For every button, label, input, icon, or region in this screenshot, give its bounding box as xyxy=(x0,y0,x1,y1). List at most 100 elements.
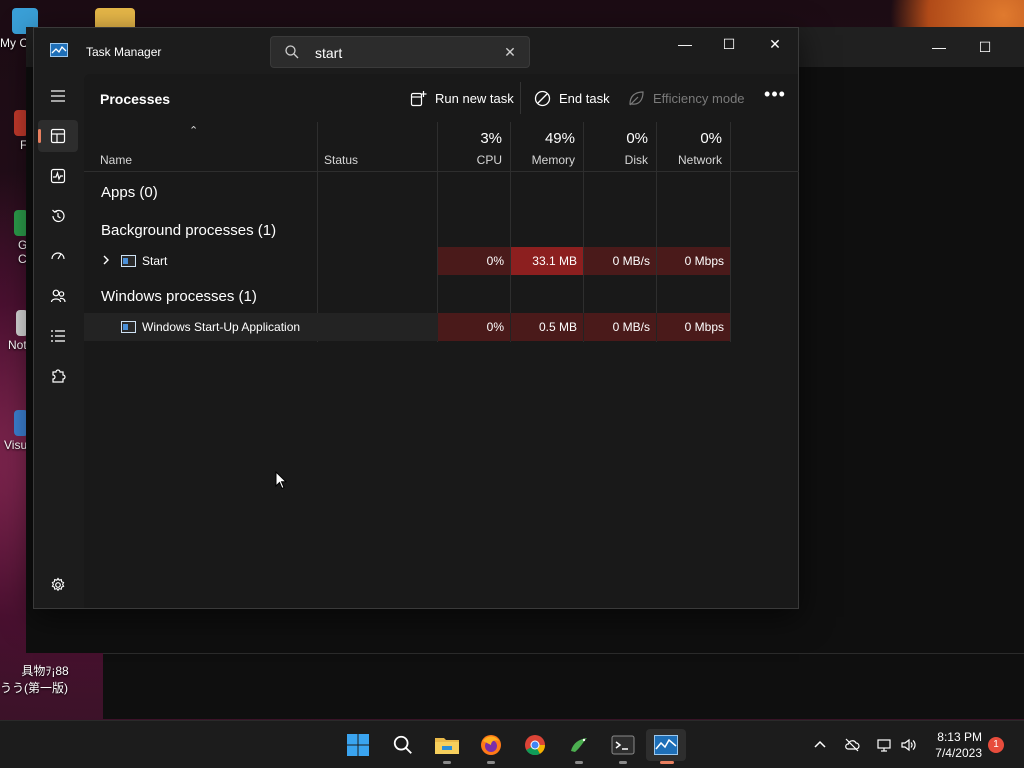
puzzle-icon xyxy=(52,369,66,383)
firefox-icon xyxy=(481,735,501,755)
sidebar xyxy=(34,74,82,608)
memory-total-percent: 49% xyxy=(544,130,575,147)
desktop-icon-google-chrome[interactable]: G C xyxy=(0,210,28,266)
running-indicator xyxy=(575,761,583,764)
speaker-icon xyxy=(901,738,916,752)
more-options-button[interactable]: ••• xyxy=(760,85,790,110)
table-row[interactable]: Windows Start-Up Application 0% 0.5 MB 0… xyxy=(84,313,730,341)
chevron-up-icon xyxy=(814,740,826,748)
column-divider xyxy=(656,122,657,342)
process-name: Windows Start-Up Application xyxy=(142,320,301,334)
background-minimize-button[interactable]: — xyxy=(916,35,962,59)
close-button[interactable]: ✕ xyxy=(752,30,798,58)
background-window-panel xyxy=(103,653,1024,719)
sidebar-item-performance[interactable] xyxy=(38,160,78,192)
taskbar-task-manager[interactable] xyxy=(646,729,686,764)
column-header-spacer xyxy=(731,122,799,172)
onedrive-tray-button[interactable] xyxy=(842,735,862,755)
running-indicator xyxy=(660,761,674,764)
windows-logo-icon xyxy=(347,734,369,756)
minimize-button[interactable]: — xyxy=(662,30,708,58)
group-header-windows-processes[interactable]: Windows processes (1) xyxy=(101,288,257,305)
sidebar-item-app-history[interactable] xyxy=(38,200,78,232)
terminal-icon xyxy=(611,735,635,755)
efficiency-mode-label: Efficiency mode xyxy=(653,90,745,106)
column-header-label: Disk xyxy=(624,153,648,167)
search-icon xyxy=(393,735,412,754)
column-header-disk[interactable]: 0% Disk xyxy=(584,122,656,172)
group-header-apps[interactable]: Apps (0) xyxy=(101,184,158,201)
page-header: Processes Run new task End task Efficien… xyxy=(84,74,798,122)
taskbar-search-button[interactable] xyxy=(387,729,419,761)
column-header-network[interactable]: 0% Network xyxy=(657,122,730,172)
cloud-off-icon xyxy=(845,738,860,752)
column-header-label: Network xyxy=(677,153,722,167)
column-divider xyxy=(510,122,511,342)
network-cell: 0 Mbps xyxy=(657,247,730,275)
running-indicator xyxy=(487,761,495,764)
group-header-background-processes[interactable]: Background processes (1) xyxy=(101,222,276,239)
column-header-label: Status xyxy=(324,153,359,167)
desktop-icon-label: 具物ｦ¡88 うう(第一版) xyxy=(0,664,69,695)
search-box[interactable]: ✕ xyxy=(270,36,530,68)
memory-cell: 0.5 MB xyxy=(511,313,583,341)
hamburger-menu-button[interactable] xyxy=(38,80,78,112)
end-task-button[interactable]: End task xyxy=(534,86,610,110)
column-header-memory[interactable]: 49% Memory xyxy=(511,122,583,172)
titlebar[interactable]: Task Manager ✕ — ☐ ✕ xyxy=(34,28,798,74)
search-icon xyxy=(285,45,299,59)
network-cell: 0 Mbps xyxy=(657,313,730,341)
sidebar-item-settings[interactable] xyxy=(38,569,78,601)
efficiency-mode-button[interactable]: Efficiency mode xyxy=(628,86,745,110)
column-divider xyxy=(583,122,584,342)
window-title: Task Manager xyxy=(86,45,162,59)
search-input[interactable] xyxy=(315,43,495,63)
sidebar-item-processes[interactable] xyxy=(38,120,78,152)
show-hidden-icons-button[interactable] xyxy=(810,735,830,755)
users-icon xyxy=(50,289,66,303)
column-header-label: CPU xyxy=(476,153,502,167)
table-row[interactable]: Start 0% 33.1 MB 0 MB/s 0 Mbps xyxy=(84,247,730,275)
column-header-cpu[interactable]: 3% CPU xyxy=(438,122,510,172)
chevron-right-icon[interactable] xyxy=(100,253,112,267)
disk-cell: 0 MB/s xyxy=(584,247,656,275)
taskbar-file-explorer[interactable] xyxy=(431,729,463,764)
clear-search-icon[interactable]: ✕ xyxy=(501,43,519,61)
page-title: Processes xyxy=(100,91,171,107)
taskbar-app-green[interactable] xyxy=(563,729,595,764)
process-window-icon xyxy=(121,255,136,267)
network-icon xyxy=(877,739,891,752)
details-list-icon xyxy=(51,330,65,342)
running-indicator xyxy=(443,761,451,764)
history-icon xyxy=(52,209,65,223)
taskbar-firefox[interactable] xyxy=(475,729,507,764)
maximize-button[interactable]: ☐ xyxy=(706,30,752,58)
column-header-label: Memory xyxy=(531,153,575,167)
volume-tray-button[interactable] xyxy=(898,735,918,755)
run-new-task-button[interactable]: Run new task xyxy=(410,86,514,110)
background-maximize-button[interactable]: ☐ xyxy=(962,35,1008,59)
task-manager-icon xyxy=(654,735,678,755)
cpu-cell: 0% xyxy=(438,313,510,341)
speedometer-icon xyxy=(51,252,65,260)
desktop-icon-document[interactable]: 具物ｦ¡88 うう(第一版) xyxy=(0,648,80,710)
process-table: ⌃ Name Status 3% CPU 49% Memory 0% Disk … xyxy=(84,122,799,608)
taskbar-chrome[interactable] xyxy=(519,729,551,761)
sidebar-item-users[interactable] xyxy=(38,280,78,312)
column-header-status[interactable]: Status xyxy=(318,122,437,172)
sidebar-item-details[interactable] xyxy=(38,320,78,352)
network-tray-button[interactable] xyxy=(874,735,894,755)
leaf-icon xyxy=(629,90,644,105)
desktop-icon-label: Not xyxy=(8,338,27,352)
notification-badge[interactable]: 1 xyxy=(988,737,1004,753)
taskbar-terminal[interactable] xyxy=(607,729,639,764)
performance-icon xyxy=(50,168,66,184)
taskbar-start-button[interactable] xyxy=(342,729,374,761)
disk-cell: 0 MB/s xyxy=(584,313,656,341)
column-header-name[interactable]: ⌃ Name xyxy=(84,122,317,172)
desktop-icon-label: Visu xyxy=(4,438,28,452)
sidebar-item-startup-apps[interactable] xyxy=(38,240,78,272)
sidebar-item-services[interactable] xyxy=(38,360,78,392)
taskbar: 8:13 PM 7/4/2023 1 xyxy=(0,720,1024,768)
clock[interactable]: 8:13 PM 7/4/2023 xyxy=(935,729,982,761)
